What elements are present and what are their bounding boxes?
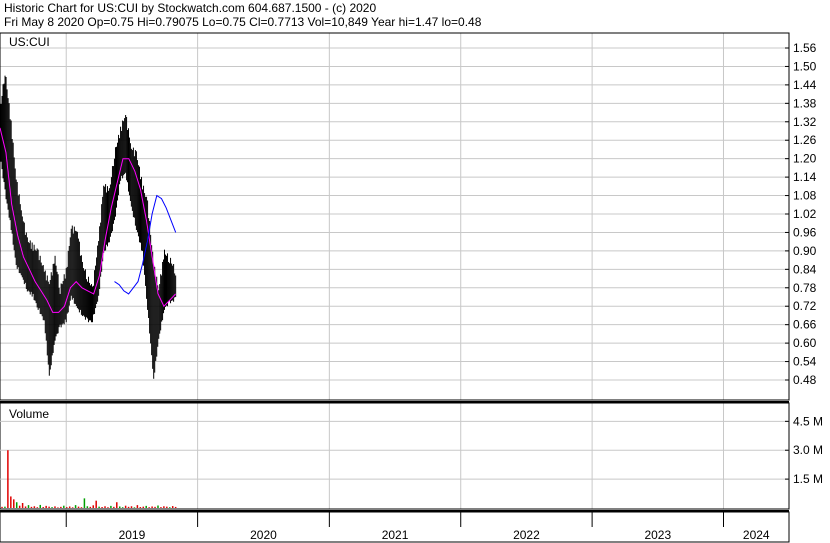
price-tick-label: 1.20 bbox=[793, 152, 817, 166]
price-tick-label: 0.84 bbox=[793, 262, 817, 276]
price-tick-label: 0.54 bbox=[793, 355, 817, 369]
price-tick-label: 0.60 bbox=[793, 336, 817, 350]
price-axis-ticks: 1.56 1.50 1.44 1.38 1.32 1.26 1.20 1.14 1.08 1.02… bbox=[785, 41, 817, 387]
year-label: 2019 bbox=[119, 528, 146, 542]
price-bars bbox=[0, 75, 177, 379]
price-tick-label: 1.56 bbox=[793, 41, 817, 55]
price-tick-label: 1.44 bbox=[793, 78, 817, 92]
volume-panel-label: Volume bbox=[9, 407, 49, 421]
year-label: 2021 bbox=[382, 528, 409, 542]
price-panel-label: US:CUI bbox=[9, 35, 50, 49]
price-grid bbox=[0, 33, 789, 509]
price-tick-label: 1.14 bbox=[793, 170, 817, 184]
year-axis-labels: 2019 2020 2021 2022 2023 2024 bbox=[65, 512, 770, 542]
volume-axis-ticks: 4.5 M 3.0 M 1.5 M bbox=[785, 414, 823, 486]
price-tick-label: 1.38 bbox=[793, 96, 817, 110]
price-tick-label: 0.48 bbox=[793, 373, 817, 387]
volume-tick-label: 1.5 M bbox=[793, 472, 823, 486]
price-tick-label: 0.66 bbox=[793, 318, 817, 332]
price-panel-frame bbox=[0, 32, 790, 401]
year-label: 2023 bbox=[644, 528, 671, 542]
price-tick-label: 1.08 bbox=[793, 189, 817, 203]
price-tick-label: 1.02 bbox=[793, 207, 817, 221]
price-tick-label: 0.96 bbox=[793, 225, 817, 239]
price-tick-label: 1.26 bbox=[793, 133, 817, 147]
price-tick-label: 1.32 bbox=[793, 115, 817, 129]
stock-chart: US:CUI Volume 1.561.501.441.381.321.261.… bbox=[0, 32, 823, 543]
volume-tick-label: 3.0 M bbox=[793, 443, 823, 457]
volume-panel-frame bbox=[0, 402, 790, 510]
volume-tick-label: 4.5 M bbox=[793, 414, 823, 428]
year-label: 2022 bbox=[513, 528, 540, 542]
price-tick-label: 0.78 bbox=[793, 281, 817, 295]
price-tick-label: 1.50 bbox=[793, 59, 817, 73]
year-label: 2024 bbox=[743, 528, 770, 542]
price-tick-label: 0.72 bbox=[793, 299, 817, 313]
volume-grid bbox=[0, 420, 789, 480]
price-tick-label: 0.90 bbox=[793, 244, 817, 258]
year-label: 2020 bbox=[250, 528, 277, 542]
